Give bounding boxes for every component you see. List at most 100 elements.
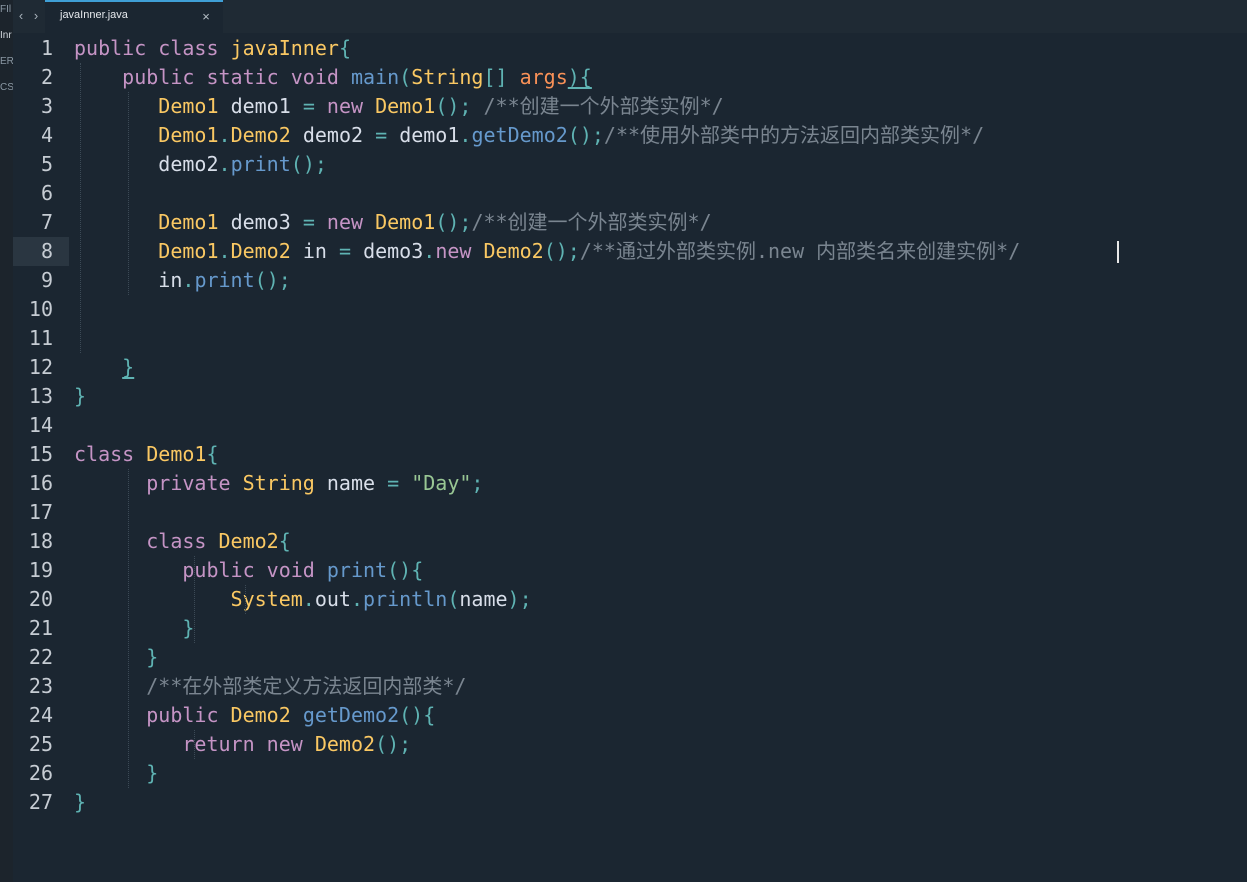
token-punctuation: . (350, 587, 364, 611)
token-whitespace (231, 471, 243, 495)
token-function-name: getDemo2 (302, 703, 400, 727)
token-whitespace (291, 94, 303, 118)
sidebar-item-files[interactable]: FIl (0, 4, 11, 16)
line-number: 23 (28, 674, 53, 698)
code-text: } (74, 353, 134, 382)
code-text: /**在外部类定义方法返回内部类*/ (74, 672, 466, 701)
token-whitespace (399, 471, 411, 495)
indent-guide (245, 585, 246, 614)
code-line[interactable]: 1 public class javaInner{ (13, 34, 1247, 63)
line-number: 21 (28, 616, 53, 640)
code-line[interactable]: 3 Demo1 demo1 = new Demo1(); /**创建一个外部类实… (13, 92, 1247, 121)
token-function-name: print (194, 268, 255, 292)
gutter: 19 (13, 556, 69, 585)
gutter: 26 (13, 759, 69, 788)
code-line[interactable]: 7 Demo1 demo3 = new Demo1();/**创建一个外部类实例… (13, 208, 1247, 237)
line-number: 19 (28, 558, 53, 582)
sidebar-item-folders[interactable]: ERS (0, 56, 13, 68)
token-keyword: class (158, 36, 219, 60)
code-line[interactable]: 5 demo2.print(); (13, 150, 1247, 179)
token-punctuation: (); (435, 210, 472, 234)
code-line[interactable]: 24 public Demo2 getDemo2(){ (13, 701, 1247, 730)
code-line[interactable]: 18 class Demo2{ (13, 527, 1247, 556)
token-whitespace (74, 123, 158, 147)
token-punctuation: } (74, 790, 87, 814)
token-punctuation: . (459, 123, 472, 147)
code-line[interactable]: 17 (13, 498, 1247, 527)
code-editor[interactable]: 1 public class javaInner{2 public static … (13, 33, 1247, 882)
code-line[interactable]: 11 (13, 324, 1247, 353)
gutter: 10 (13, 295, 69, 324)
forward-arrow-icon[interactable]: › (29, 7, 43, 25)
code-line[interactable]: 25 return new Demo2(); (13, 730, 1247, 759)
token-whitespace (363, 210, 375, 234)
token-punctuation: . (218, 152, 231, 176)
line-number: 9 (40, 268, 53, 292)
tab-javainner-java[interactable]: javaInner.java × (45, 0, 223, 33)
token-punctuation: (); (567, 123, 604, 147)
gutter: 16 (13, 469, 69, 498)
token-identifier: demo3 (230, 210, 291, 234)
code-line[interactable]: 22 } (13, 643, 1247, 672)
token-whitespace (315, 558, 327, 582)
token-keyword: class (74, 442, 135, 466)
code-line[interactable]: 8 Demo1.Demo2 in = demo3.new Demo2();/**… (13, 237, 1247, 266)
token-keyword: new (326, 94, 364, 118)
code-text: Demo1 demo1 = new Demo1(); /**创建一个外部类实例*… (74, 92, 723, 121)
token-whitespace (471, 94, 483, 118)
code-line[interactable]: 16 private String name = "Day"; (13, 469, 1247, 498)
code-line[interactable]: 19 public void print(){ (13, 556, 1247, 585)
back-arrow-icon[interactable]: ‹ (14, 7, 28, 25)
token-class-name: javaInner (230, 36, 339, 60)
code-line[interactable]: 12 } (13, 353, 1247, 382)
token-class-name: Demo1 (158, 210, 219, 234)
token-punctuation: } (146, 761, 159, 785)
line-number: 3 (40, 94, 53, 118)
sidebar-item-javainner[interactable]: Inr (0, 30, 12, 42)
code-line[interactable]: 15 class Demo1{ (13, 440, 1247, 469)
token-punctuation: . (302, 587, 315, 611)
token-string-literal: "Day" (411, 471, 472, 495)
code-text: return new Demo2(); (74, 730, 411, 759)
token-class-name: Demo1 (375, 210, 436, 234)
gutter: 18 (13, 527, 69, 556)
token-whitespace (219, 94, 231, 118)
sidebar-item-cs[interactable]: CS (0, 82, 13, 94)
code-text: } (74, 788, 86, 817)
code-text: demo2.print(); (74, 150, 327, 179)
code-text: } (74, 643, 158, 672)
code-line[interactable]: 21 } (13, 614, 1247, 643)
token-whitespace (219, 36, 231, 60)
gutter: 20 (13, 585, 69, 614)
close-icon[interactable]: × (199, 8, 213, 26)
token-whitespace (375, 471, 387, 495)
token-class-name: Demo2 (314, 732, 376, 756)
token-whitespace (74, 65, 122, 89)
token-keyword: static (206, 65, 279, 89)
token-punctuation: . (423, 239, 436, 263)
token-keyword: public (122, 65, 195, 89)
code-line[interactable]: 26 } (13, 759, 1247, 788)
line-number: 16 (28, 471, 53, 495)
code-line[interactable]: 20 System.out.println(name); (13, 585, 1247, 614)
code-line[interactable]: 4 Demo1.Demo2 demo2 = demo1.getDemo2();/… (13, 121, 1247, 150)
code-line[interactable]: 6 (13, 179, 1247, 208)
gutter: 27 (13, 788, 69, 817)
indent-guide (128, 469, 129, 788)
code-line[interactable]: 10 (13, 295, 1247, 324)
code-text: System.out.println(name); (74, 585, 532, 614)
code-line[interactable]: 9 in.print(); (13, 266, 1247, 295)
code-line[interactable]: 14 (13, 411, 1247, 440)
code-line[interactable]: 2 public static void main(String[] args)… (13, 63, 1247, 92)
code-line[interactable]: 13} (13, 382, 1247, 411)
code-line[interactable]: 27} (13, 788, 1247, 817)
token-comment: /**创建一个外部类实例*/ (471, 210, 712, 234)
token-class-name: Demo2 (218, 529, 279, 553)
token-whitespace (508, 65, 520, 89)
token-identifier: demo2 (158, 152, 219, 176)
code-text: public void print(){ (74, 556, 423, 585)
code-line[interactable]: 23 /**在外部类定义方法返回内部类*/ (13, 672, 1247, 701)
token-keyword: new (266, 732, 303, 756)
token-keyword: void (290, 65, 339, 89)
token-class-name: String (242, 471, 315, 495)
